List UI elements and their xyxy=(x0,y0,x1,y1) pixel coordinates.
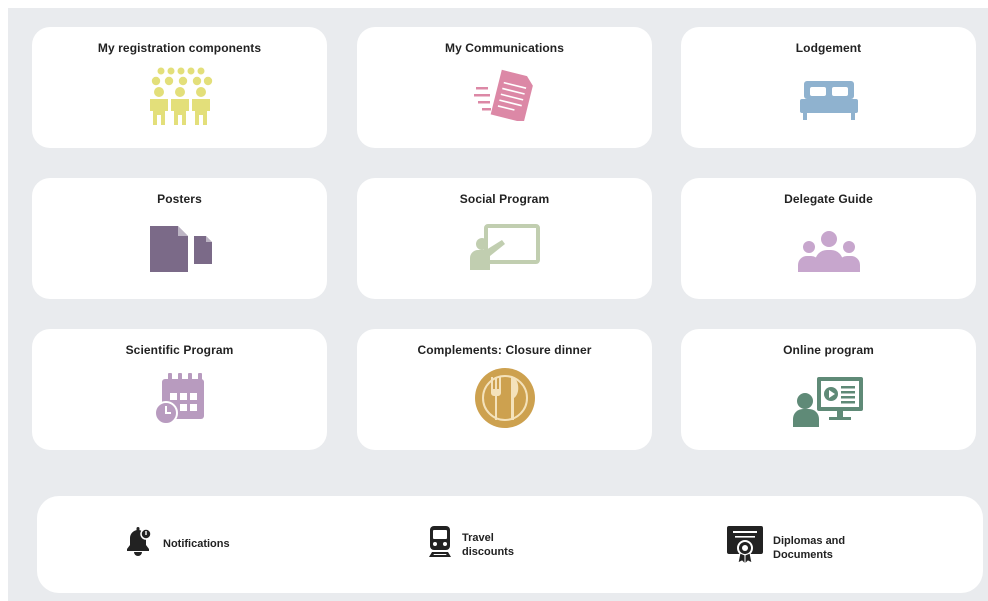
tile-label: My Communications xyxy=(444,41,565,55)
quick-link-label: Travel discounts xyxy=(462,531,514,558)
quick-link-diplomas-and-documents[interactable]: Diplomas and Documents xyxy=(727,526,853,569)
tile-label: Posters xyxy=(157,192,202,206)
tile-complements-closure-dinner[interactable]: Complements: Closure dinner xyxy=(357,329,652,450)
tile-posters[interactable]: Posters xyxy=(32,178,327,299)
document-send-icon xyxy=(473,69,536,126)
presenter-board-icon xyxy=(469,224,540,277)
tile-my-registration-components[interactable]: My registration components xyxy=(32,27,327,148)
tile-label: My registration components xyxy=(97,41,262,55)
tile-delegate-guide[interactable]: Delegate Guide xyxy=(681,178,976,299)
tile-label: Complements: Closure dinner xyxy=(417,343,592,357)
users-icon xyxy=(797,230,860,277)
online-presentation-icon xyxy=(792,375,865,432)
dashboard-canvas: My registration components My Communicat… xyxy=(8,8,988,601)
quick-link-label: Diplomas and Documents xyxy=(773,534,846,561)
quick-link-label: Notifications xyxy=(163,537,230,550)
quick-links-bar: Notifications Travel discounts Diplomas … xyxy=(37,496,983,593)
tile-label: Delegate Guide xyxy=(784,192,873,206)
bed-icon xyxy=(799,79,858,126)
bell-icon xyxy=(125,526,153,561)
quick-link-travel-discounts[interactable]: Travel discounts xyxy=(428,526,542,563)
tile-social-program[interactable]: Social Program xyxy=(357,178,652,299)
tile-lodgement[interactable]: Lodgement xyxy=(681,27,976,148)
tile-label: Online program xyxy=(783,343,874,357)
train-icon xyxy=(428,526,452,563)
certificate-icon xyxy=(727,526,763,569)
quick-link-notifications[interactable]: Notifications xyxy=(125,526,230,561)
files-icon xyxy=(148,224,212,279)
people-group-icon xyxy=(147,67,213,130)
fork-knife-icon xyxy=(474,367,536,434)
tile-my-communications[interactable]: My Communications xyxy=(357,27,652,148)
tile-label: Lodgement xyxy=(795,41,862,55)
calendar-clock-icon xyxy=(153,373,206,430)
tile-label: Social Program xyxy=(459,192,550,206)
tile-scientific-program[interactable]: Scientific Program xyxy=(32,329,327,450)
tile-label: Scientific Program xyxy=(125,343,234,357)
tile-online-program[interactable]: Online program xyxy=(681,329,976,450)
